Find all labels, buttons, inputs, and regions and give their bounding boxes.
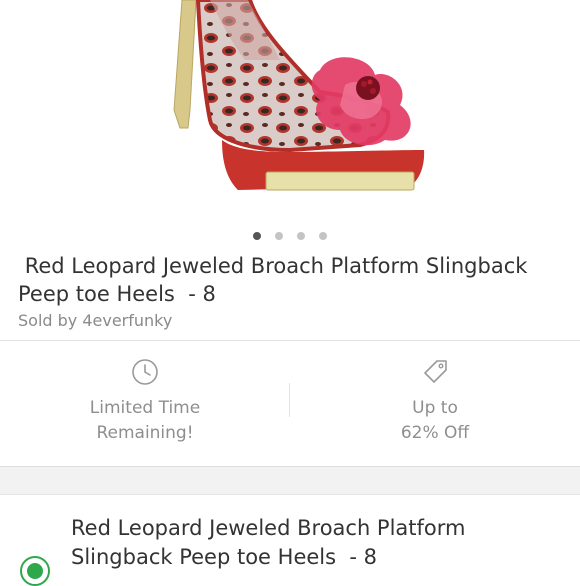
carousel-dot[interactable] (319, 232, 327, 240)
limited-time-feature: Limited Time Remaining! (0, 358, 290, 446)
carousel-dot[interactable] (297, 232, 305, 240)
limited-time-line1: Limited Time (89, 398, 201, 418)
carousel-pagination[interactable] (0, 232, 580, 240)
clock-icon (132, 359, 158, 385)
section-separator (0, 466, 580, 495)
discount-feature: Up to 62% Off (290, 358, 580, 446)
discount-line2: 62% Off (400, 423, 470, 443)
product-photo (130, 0, 450, 222)
seller-link[interactable]: Sold by 4everfunky (18, 311, 172, 330)
bundle-item-card[interactable]: Red Leopard Jeweled Broach Platform Slin… (0, 494, 580, 581)
price-tag-icon (424, 360, 447, 383)
carousel-dot[interactable] (253, 232, 261, 240)
bundle-item-title: Red Leopard Jeweled Broach Platform Slin… (71, 516, 473, 569)
discount-line1: Up to (412, 398, 458, 418)
listing-title: Red Leopard Jeweled Broach Platform Slin… (18, 254, 535, 306)
carousel-dot[interactable] (275, 232, 283, 240)
product-image-carousel[interactable] (0, 0, 580, 222)
divider (0, 340, 580, 341)
bundle-item-radio[interactable] (20, 556, 50, 586)
limited-time-line2: Remaining! (96, 423, 194, 443)
